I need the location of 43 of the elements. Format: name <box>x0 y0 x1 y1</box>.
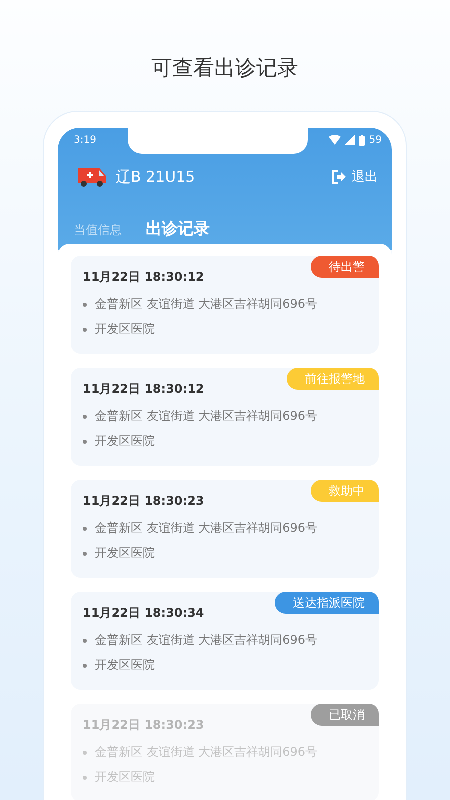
record-time: 11月22日 18:30:12 <box>83 381 206 398</box>
record-card[interactable]: 救助中 11月22日 18:30:23 金普新区 友谊街道 大港区吉祥胡同696号 开发区医院 <box>71 480 379 578</box>
record-card[interactable]: 前往报警地 11月22日 18:30:12 金普新区 友谊街道 大港区吉祥胡同696号 开发区医院 <box>71 368 379 466</box>
status-badge: 前往报警地 <box>287 368 379 390</box>
hospital-text: 开发区医院 <box>95 769 155 786</box>
headline: 可查看出诊记录 <box>152 55 298 82</box>
bullet-icon <box>83 552 87 556</box>
address-text: 金普新区 友谊街道 大港区吉祥胡同696号 <box>95 520 318 537</box>
record-time: 11月22日 18:30:12 <box>83 269 206 286</box>
record-card[interactable]: 送达指派医院 11月22日 18:30:34 金普新区 友谊街道 大港区吉祥胡同696号 开发区医院 <box>71 592 379 690</box>
signal-icon <box>345 135 356 145</box>
record-time: 11月22日 18:30:23 <box>83 493 206 510</box>
hospital-text: 开发区医院 <box>95 321 155 338</box>
bullet-icon <box>83 440 87 444</box>
record-time: 11月22日 18:30:34 <box>83 605 206 622</box>
address-text: 金普新区 友谊街道 大港区吉祥胡同696号 <box>95 296 318 313</box>
bullet-icon <box>83 664 87 668</box>
logout-icon <box>332 170 346 184</box>
hospital-text: 开发区医院 <box>95 657 155 674</box>
status-badge: 待出警 <box>311 256 379 278</box>
bullet-icon <box>83 414 87 418</box>
wifi-icon <box>329 135 342 145</box>
status-time: 3:19 <box>74 134 96 146</box>
address-text: 金普新区 友谊街道 大港区吉祥胡同696号 <box>95 408 318 425</box>
address-text: 金普新区 友谊街道 大港区吉祥胡同696号 <box>95 632 318 649</box>
bullet-icon <box>83 776 87 780</box>
address-text: 金普新区 友谊街道 大港区吉祥胡同696号 <box>95 744 318 761</box>
vehicle-plate: 辽B 21U15 <box>116 168 196 186</box>
bullet-icon <box>83 638 87 642</box>
hospital-text: 开发区医院 <box>95 545 155 562</box>
status-badge: 已取消 <box>311 704 379 726</box>
bullet-icon <box>83 328 87 332</box>
status-badge: 送达指派医院 <box>275 592 379 614</box>
battery-icon <box>359 134 366 146</box>
battery-level: 59 <box>369 134 382 146</box>
ambulance-icon <box>76 166 108 188</box>
bullet-icon <box>83 526 87 530</box>
record-card[interactable]: 待出警 11月22日 18:30:12 金普新区 友谊街道 大港区吉祥胡同696号 开发区医院 <box>71 256 379 354</box>
hospital-text: 开发区医院 <box>95 433 155 450</box>
record-time: 11月22日 18:30:23 <box>83 717 206 734</box>
status-badge: 救助中 <box>311 480 379 502</box>
bullet-icon <box>83 750 87 754</box>
bullet-icon <box>83 302 87 306</box>
